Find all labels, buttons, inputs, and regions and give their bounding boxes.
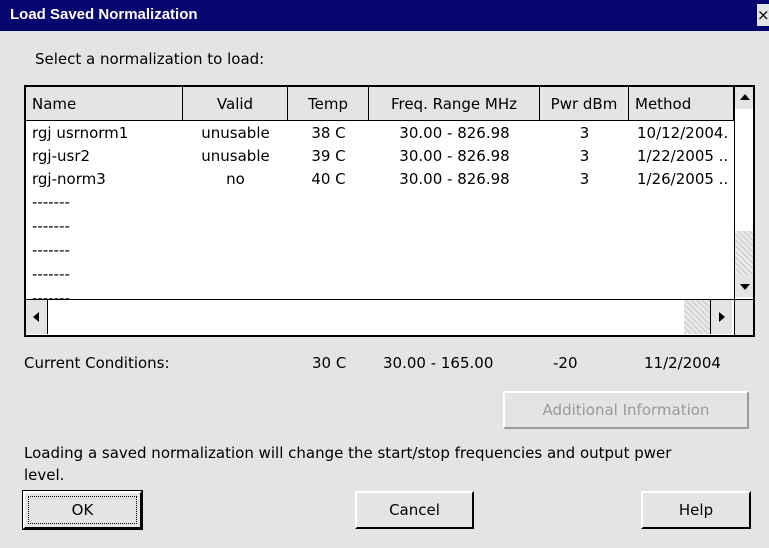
help-button[interactable]: Help [641, 491, 751, 529]
column-header-valid[interactable]: Valid [183, 87, 288, 121]
cell-method: 10/12/2004. [637, 124, 729, 142]
cell-pwr: 3 [579, 147, 590, 165]
horizontal-scroll-thumb[interactable] [684, 300, 710, 334]
cell-method: 1/26/2005 .. [637, 170, 729, 188]
current-pwr: -20 [553, 354, 578, 372]
column-header-temp[interactable]: Temp [288, 87, 369, 121]
column-header-pwr[interactable]: Pwr dBm [540, 87, 629, 121]
scroll-down-button[interactable] [735, 275, 753, 297]
scrollbar-corner [734, 299, 753, 335]
title-bar[interactable]: Load Saved Normalization × [0, 0, 769, 31]
additional-information-button[interactable]: Additional Information [503, 391, 749, 429]
cell-temp: 39 C [311, 147, 346, 165]
horizontal-scrollbar[interactable] [26, 299, 734, 335]
scroll-right-arrow-icon [719, 312, 725, 322]
cell-method: 1/22/2005 .. [637, 147, 729, 165]
cell-freq: 30.00 - 826.98 [399, 124, 510, 142]
cell-freq: 30.00 - 826.98 [399, 147, 510, 165]
current-temp: 30 C [312, 354, 347, 372]
scroll-left-arrow-icon [33, 312, 39, 322]
scroll-right-button[interactable] [710, 300, 732, 334]
cell-pwr: 3 [579, 170, 590, 188]
current-date: 11/2/2004 [644, 354, 721, 372]
scroll-up-button[interactable] [735, 87, 753, 109]
table-row-empty[interactable]: ------- [32, 241, 70, 259]
table-row-empty[interactable]: ------- [32, 265, 70, 283]
column-header-method[interactable]: Method [629, 87, 734, 121]
scroll-left-button[interactable] [26, 300, 48, 334]
current-conditions-label: Current Conditions: [24, 354, 170, 372]
table-row-empty[interactable]: ------- [32, 217, 70, 235]
notice-line-1: Loading a saved normalization will chang… [24, 444, 672, 462]
prompt-label: Select a normalization to load: [35, 50, 265, 68]
table-row-empty[interactable]: ------- [32, 193, 70, 211]
cell-temp: 40 C [311, 170, 346, 188]
cell-valid: unusable [201, 147, 270, 165]
column-header-freq-range[interactable]: Freq. Range MHz [369, 87, 540, 121]
vertical-scroll-thumb[interactable] [735, 231, 753, 275]
notice-line-2: level. [24, 466, 65, 484]
ok-button[interactable]: OK [22, 490, 143, 530]
cell-pwr: 3 [579, 124, 590, 142]
window-title: Load Saved Normalization [10, 6, 198, 23]
scroll-up-arrow-icon [740, 94, 750, 100]
column-header-name[interactable]: Name [26, 87, 183, 121]
scroll-down-arrow-icon [740, 284, 750, 290]
cell-name: rgj-norm3 [32, 170, 106, 188]
cancel-button[interactable]: Cancel [355, 491, 474, 529]
cell-name: rgj-usr2 [32, 147, 91, 165]
cell-valid: no [226, 170, 245, 188]
cell-name: rgj usrnorm1 [32, 124, 129, 142]
close-button[interactable]: × [757, 4, 769, 26]
focus-ring [28, 496, 137, 524]
vertical-scrollbar[interactable] [734, 87, 753, 299]
cell-valid: unusable [201, 124, 270, 142]
load-normalization-dialog: Load Saved Normalization × Select a norm… [0, 0, 769, 548]
normalization-list[interactable]: Name Valid Temp Freq. Range MHz Pwr dBm … [24, 85, 755, 337]
cell-freq: 30.00 - 826.98 [399, 170, 510, 188]
current-freq-range: 30.00 - 165.00 [383, 354, 494, 372]
cell-temp: 38 C [311, 124, 346, 142]
